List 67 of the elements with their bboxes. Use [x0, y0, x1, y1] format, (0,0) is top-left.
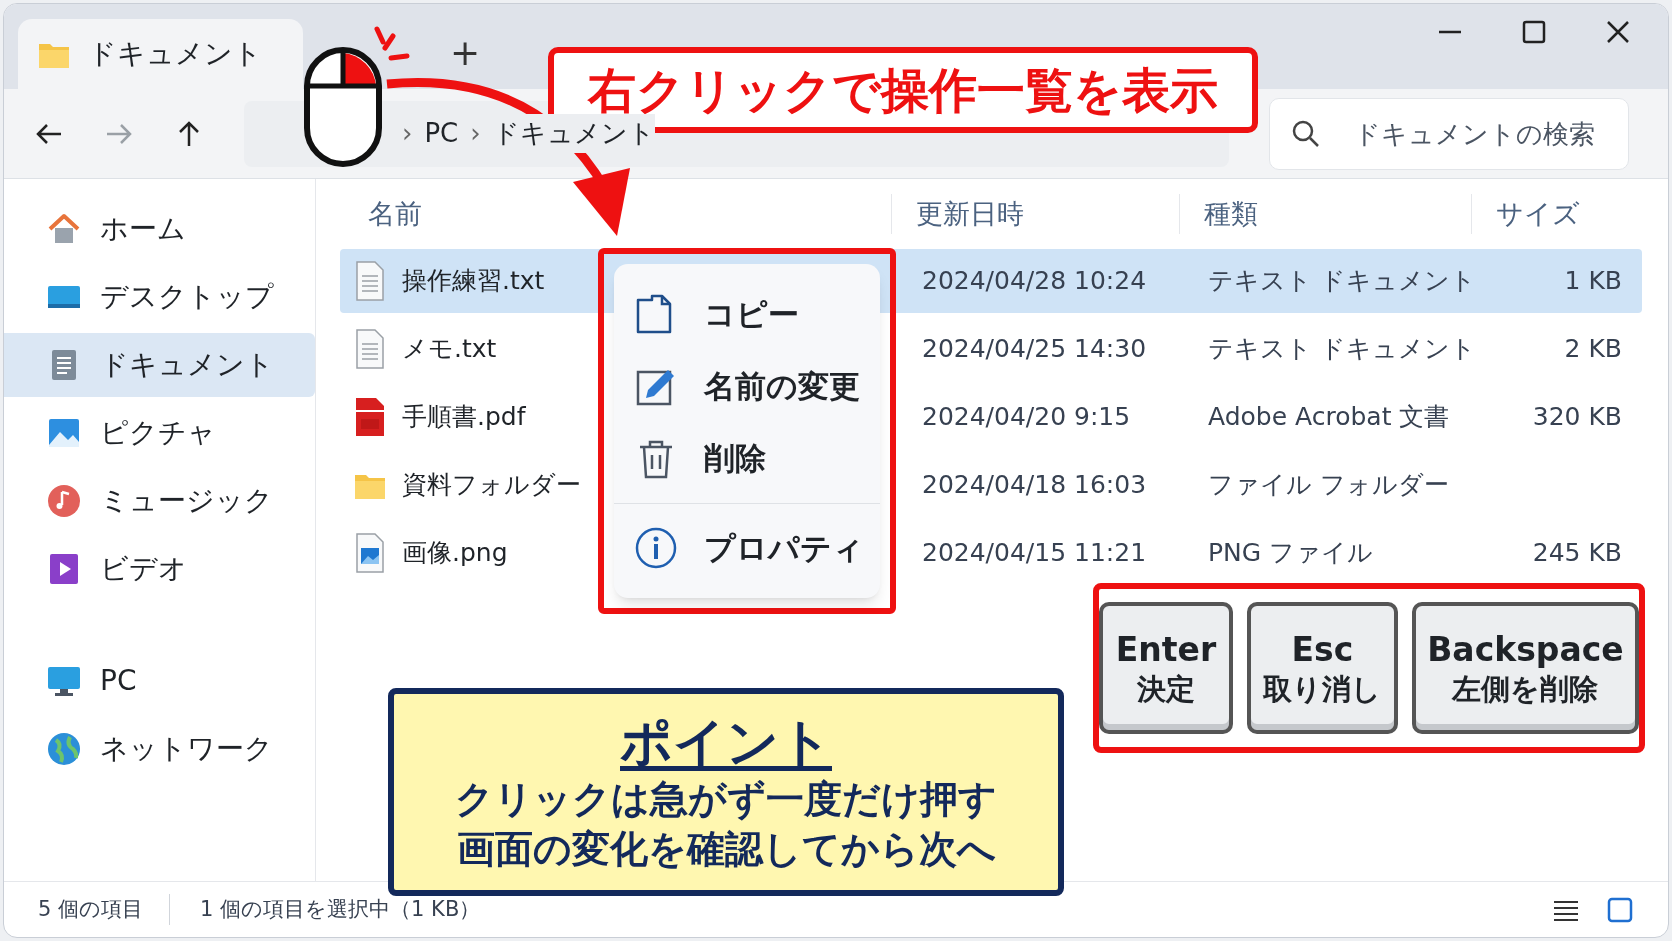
info-icon — [634, 525, 678, 570]
tip-text: 画面の変化を確認してから次へ — [456, 825, 996, 873]
tab[interactable]: ドキュメント — [18, 19, 303, 89]
key-action: 決定 — [1137, 670, 1195, 707]
sidebar-item[interactable]: デスクトップ — [4, 265, 315, 329]
sidebar-label: ドキュメント — [100, 347, 274, 383]
tiles-view-icon[interactable] — [1606, 895, 1634, 924]
text-file-icon — [354, 261, 386, 301]
maximize-icon[interactable] — [1520, 18, 1548, 46]
file-name[interactable]: 画像.png — [402, 534, 508, 572]
sidebar-label: ピクチャ — [100, 415, 216, 451]
file-size: 1 KB — [1564, 265, 1622, 298]
sidebar-item[interactable]: ミュージック — [4, 469, 315, 533]
menu-item[interactable]: 名前の変更 — [614, 350, 880, 423]
new-tab-button[interactable]: + — [450, 35, 481, 71]
selection-info: 1 個の項目を選択中（1 KB） — [199, 895, 481, 923]
search-field[interactable]: ドキュメントの検索 — [1269, 97, 1629, 170]
key-action: 左側を削除 — [1452, 670, 1599, 707]
key-action: 取り消し — [1263, 670, 1382, 707]
sidebar-label: PC — [100, 663, 137, 699]
file-type: ファイル フォルダー — [1208, 470, 1449, 500]
key-label: Backspace — [1427, 629, 1624, 671]
file-name[interactable]: 資料フォルダー — [402, 466, 581, 504]
column-header[interactable]: 種類 — [1180, 193, 1472, 235]
sidebar-label: デスクトップ — [100, 279, 274, 315]
pdf-file-icon — [354, 397, 386, 437]
item-count: 5 個の項目 — [38, 893, 171, 926]
sidebar-label: ネットワーク — [100, 731, 273, 767]
file-size: 245 KB — [1532, 537, 1622, 570]
image-file-icon — [354, 533, 386, 573]
music-icon — [46, 483, 82, 519]
tip-text: クリックは急がず一度だけ押す — [455, 776, 997, 824]
key-label: Enter — [1115, 629, 1217, 671]
key-label: Esc — [1291, 629, 1354, 671]
sidebar-item[interactable]: ピクチャ — [4, 401, 315, 465]
column-header[interactable]: 更新日時 — [892, 193, 1180, 235]
file-size: 2 KB — [1564, 333, 1622, 366]
menu-item[interactable]: プロパティ — [614, 511, 880, 584]
sidebar-item[interactable]: ネットワーク — [4, 717, 315, 781]
menu-item[interactable]: コピー — [614, 278, 880, 351]
column-header[interactable]: サイズ — [1472, 193, 1642, 235]
file-name[interactable]: 操作練習.txt — [402, 262, 545, 300]
text-file-icon — [354, 329, 386, 369]
sidebar-item[interactable]: ドキュメント — [4, 333, 315, 397]
modified-date: 2024/04/15 11:21 — [921, 537, 1148, 570]
globe-icon — [46, 731, 82, 767]
modified-date: 2024/04/20 9:15 — [921, 401, 1132, 434]
sidebar-label: ホーム — [100, 211, 186, 247]
modified-date: 2024/04/18 16:03 — [921, 469, 1148, 502]
sidebar-label: ミュージック — [100, 483, 273, 519]
file-type: Adobe Acrobat 文書 — [1208, 402, 1450, 432]
sidebar-item[interactable]: PC — [4, 649, 315, 713]
tip-title: ポイント — [620, 711, 832, 775]
file-type: PNG ファイル — [1208, 538, 1374, 568]
file-name[interactable]: 手順書.pdf — [402, 398, 526, 436]
file-name[interactable]: メモ.txt — [402, 330, 497, 368]
modified-date: 2024/04/25 14:30 — [921, 333, 1148, 366]
search-icon — [1291, 118, 1321, 149]
file-size: 320 KB — [1532, 401, 1622, 434]
menu-item[interactable]: 削除 — [614, 422, 880, 495]
file-type: テキスト ドキュメント — [1208, 266, 1476, 296]
sidebar-label: ビデオ — [100, 551, 187, 587]
sidebar-item[interactable]: ビデオ — [4, 537, 315, 601]
sidebar-item[interactable]: ホーム — [4, 197, 315, 261]
file-type: テキスト ドキュメント — [1208, 334, 1476, 364]
tab-title: ドキュメント — [88, 36, 262, 72]
modified-date: 2024/04/28 10:24 — [921, 265, 1148, 298]
